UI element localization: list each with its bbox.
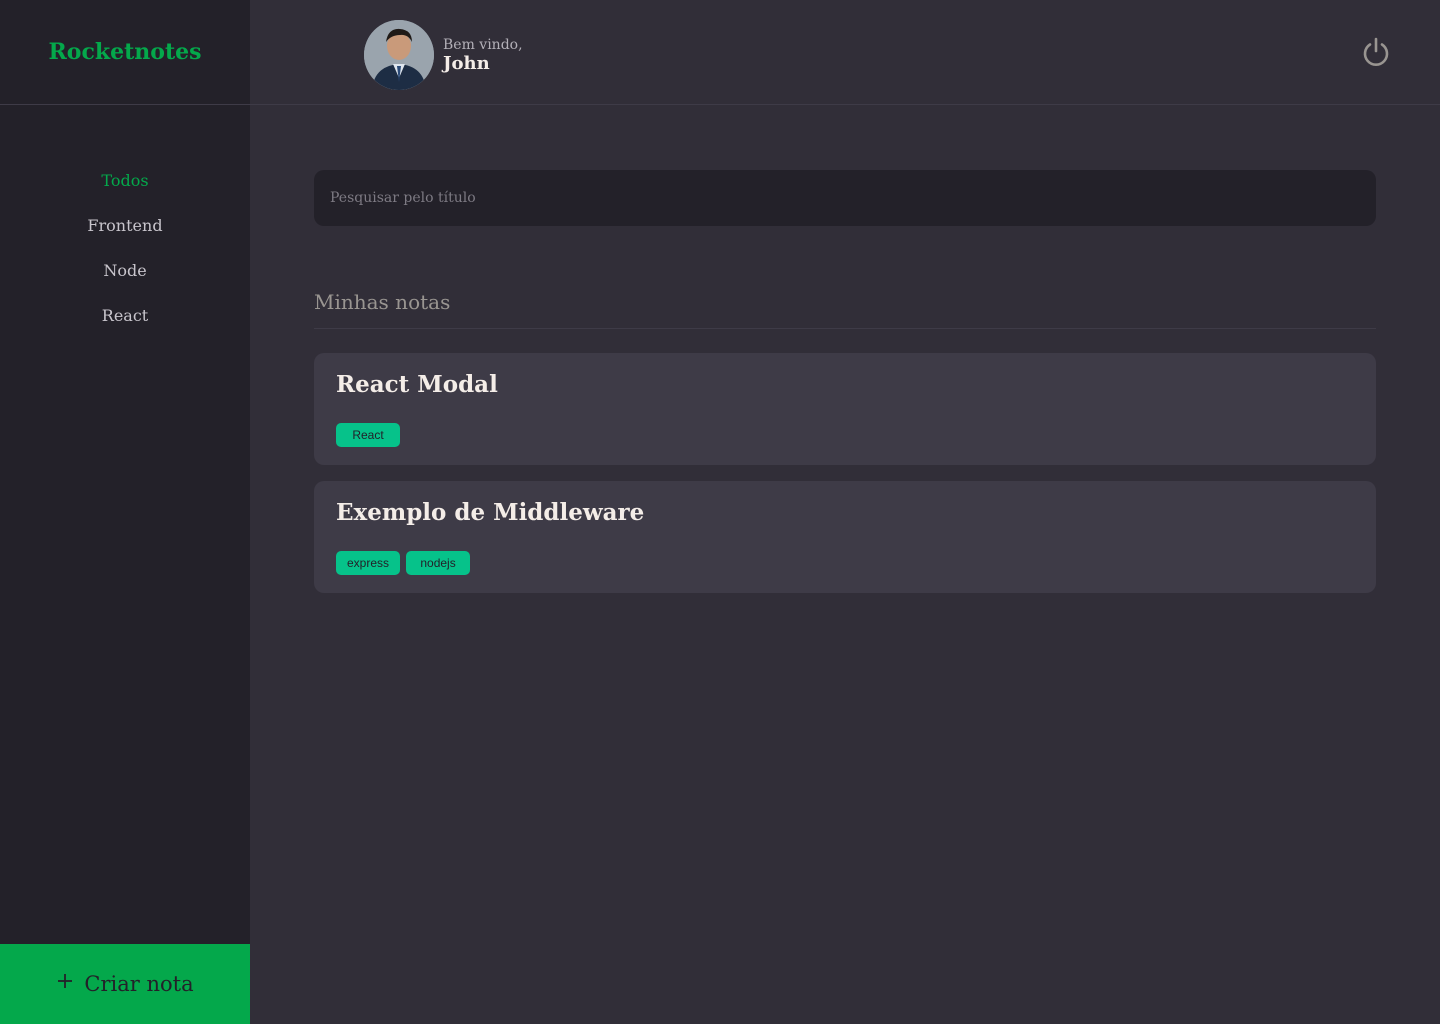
section-title: Minhas notas	[314, 290, 1376, 329]
note-card[interactable]: Exemplo de Middleware express nodejs	[314, 481, 1376, 593]
create-note-button[interactable]: Criar nota	[0, 944, 250, 1024]
avatar[interactable]	[364, 20, 434, 90]
note-card[interactable]: React Modal React	[314, 353, 1376, 465]
header: Bem vindo, John	[250, 0, 1440, 105]
user-name: John	[443, 53, 490, 74]
sidebar-item-todos[interactable]: Todos	[0, 169, 250, 214]
brand-logo[interactable]: Rocketnotes	[0, 0, 250, 105]
tag-menu: Todos Frontend Node React	[0, 105, 250, 349]
sidebar-item-node[interactable]: Node	[0, 259, 250, 304]
profile[interactable]: Bem vindo, John	[364, 20, 523, 90]
welcome-text: Bem vindo,	[443, 37, 523, 53]
note-tags: express nodejs	[336, 551, 1354, 575]
tag-badge: nodejs	[406, 551, 471, 575]
search-input[interactable]	[314, 170, 1376, 226]
power-icon[interactable]	[1360, 36, 1392, 68]
sidebar: Rocketnotes Todos Frontend Node React Cr…	[0, 0, 250, 1024]
app: Rocketnotes Todos Frontend Node React Cr…	[0, 0, 1440, 1024]
note-title: Exemplo de Middleware	[336, 499, 645, 526]
greeting: Bem vindo, John	[443, 36, 523, 74]
plus-icon	[56, 970, 74, 994]
notes-list: React Modal React Exemplo de Middleware …	[314, 353, 1376, 593]
tag-badge: express	[336, 551, 401, 575]
note-title: React Modal	[336, 371, 498, 398]
create-note-label: Criar nota	[84, 972, 194, 996]
tag-badge: React	[336, 423, 400, 447]
main-content: Minhas notas React Modal React Exemplo d…	[314, 170, 1376, 609]
note-tags: React	[336, 423, 1354, 447]
sidebar-item-frontend[interactable]: Frontend	[0, 214, 250, 259]
sidebar-item-react[interactable]: React	[0, 304, 250, 349]
